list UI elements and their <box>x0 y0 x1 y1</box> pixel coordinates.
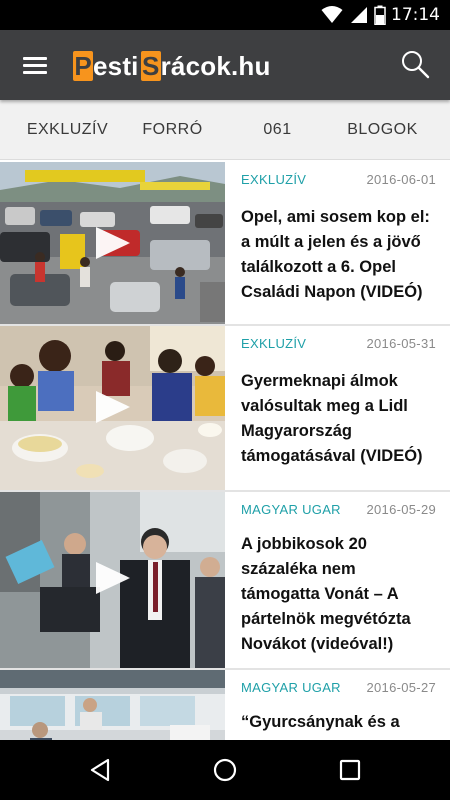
article-date: 2016-06-01 <box>366 172 436 187</box>
article-card[interactable]: MAGYAR UGAR 2016-05-29 A jobbikosok 20 s… <box>0 492 450 670</box>
article-thumbnail <box>0 670 225 740</box>
article-category[interactable]: MAGYAR UGAR <box>241 680 341 695</box>
tab-blogok[interactable]: BLOGOK <box>340 100 425 160</box>
article-card[interactable]: MAGYAR UGAR 2016-05-27 “Gyurcsánynak és … <box>0 670 450 740</box>
clock-time: 17:14 <box>391 5 440 25</box>
article-thumbnail <box>0 162 225 324</box>
article-meta: MAGYAR UGAR 2016-05-29 <box>241 502 436 520</box>
article-title[interactable]: Opel, ami sosem kop el: a múlt a jelen é… <box>241 205 437 305</box>
status-bar: 17:14 <box>0 0 450 30</box>
article-card[interactable]: EXKLUZÍV 2016-05-31 Gyermeknapi álmok va… <box>0 326 450 492</box>
signal-icon <box>351 7 367 23</box>
logo-text-esti: esti <box>93 50 139 81</box>
logo-letter-s: S <box>140 50 161 81</box>
article-category[interactable]: EXKLUZÍV <box>241 336 306 351</box>
app-bar: Pesti Srácok.hu <box>0 30 450 100</box>
article-date: 2016-05-27 <box>366 680 436 695</box>
tab-exkluziv[interactable]: EXKLUZÍV <box>20 100 115 160</box>
article-meta: EXKLUZÍV 2016-05-31 <box>241 336 436 354</box>
logo-text-racok: rácok.hu <box>160 50 271 81</box>
logo-letter-p: P <box>73 50 93 81</box>
search-icon[interactable] <box>396 47 436 83</box>
battery-icon <box>374 5 386 25</box>
article-date: 2016-05-31 <box>366 336 436 351</box>
wifi-icon <box>321 6 343 23</box>
site-logo[interactable]: Pesti Srácok.hu <box>73 49 271 82</box>
article-title[interactable]: “Gyurcsánynak és a <box>241 710 437 735</box>
article-meta: EXKLUZÍV 2016-06-01 <box>241 172 436 190</box>
article-date: 2016-05-29 <box>366 502 436 517</box>
article-card[interactable]: EXKLUZÍV 2016-06-01 Opel, ami sosem kop … <box>0 162 450 326</box>
article-category[interactable]: MAGYAR UGAR <box>241 502 341 517</box>
article-meta: MAGYAR UGAR 2016-05-27 <box>241 680 436 698</box>
article-thumbnail <box>0 492 225 668</box>
system-nav-bar <box>0 740 450 800</box>
article-feed: EXKLUZÍV 2016-06-01 Opel, ami sosem kop … <box>0 162 450 740</box>
article-title[interactable]: Gyermeknapi álmok valósultak meg a Lidl … <box>241 369 437 469</box>
category-tabs: EXKLUZÍV FORRÓ 061 BLOGOK <box>0 100 450 160</box>
article-category[interactable]: EXKLUZÍV <box>241 172 306 187</box>
home-icon[interactable] <box>205 755 245 785</box>
tab-061[interactable]: 061 <box>250 100 305 160</box>
article-thumbnail <box>0 326 225 490</box>
recents-icon[interactable] <box>330 755 370 785</box>
hamburger-menu-icon[interactable] <box>14 45 56 85</box>
article-title[interactable]: A jobbikosok 20 százaléka nem támogatta … <box>241 532 437 657</box>
back-icon[interactable] <box>80 755 120 785</box>
tab-forro[interactable]: FORRÓ <box>135 100 210 160</box>
